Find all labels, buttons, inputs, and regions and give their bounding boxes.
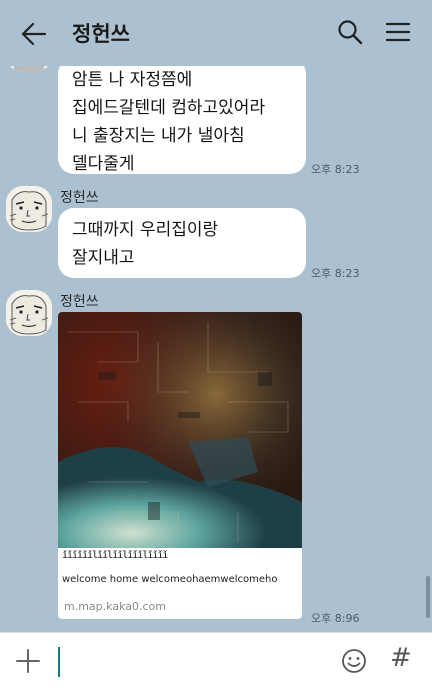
message-line: 니 출장지는 내가 낼아침 [72, 126, 245, 146]
menu-button[interactable] [384, 18, 414, 48]
link-preview-domain: m.map.kaka0.com [64, 600, 166, 613]
message-line: 그때까지 우리집이랑 [72, 220, 219, 240]
message-time: 오후 8:23 [311, 267, 360, 280]
plus-icon [16, 649, 40, 673]
chat-title: 정헌쓰 [72, 22, 130, 46]
avatar[interactable] [6, 186, 52, 232]
search-icon [338, 20, 363, 45]
avatar[interactable] [6, 66, 52, 72]
arrow-left-icon [21, 22, 47, 46]
preview-image [58, 312, 302, 548]
link-preview-card[interactable]: ǐǐǐǐǐǐlǐǐlǐǐlǐǐǐlǐǐǐǐ welcome home welco… [58, 312, 302, 619]
hamburger-menu-icon [385, 22, 411, 42]
attach-button[interactable] [14, 647, 42, 675]
message-time: 오후 8:96 [311, 612, 360, 625]
avatar[interactable] [6, 290, 52, 336]
message-bubble[interactable]: 그때까지 우리집이랑 잘지내고 [58, 208, 306, 278]
message-line: 잘지내고 [72, 248, 135, 268]
chat-header: 정헌쓰 [0, 0, 432, 66]
message-line: 암튼 나 자정쯤에 [72, 70, 193, 90]
search-button[interactable] [336, 18, 366, 48]
message-time: 오후 8:23 [311, 163, 360, 176]
message-line: 집에드갈텐데 컴하고있어라 [72, 98, 266, 118]
message-line: 델다줄게 [72, 154, 135, 174]
emoji-button[interactable] [340, 647, 368, 675]
message-input[interactable] [58, 647, 60, 677]
link-preview-title: ǐǐǐǐǐǐlǐǐlǐǐlǐǐǐlǐǐǐǐ [62, 550, 168, 561]
sender-name: 정헌쓰 [60, 190, 99, 206]
scrollbar[interactable] [426, 576, 430, 618]
back-button[interactable] [18, 18, 50, 50]
hashtag-button[interactable]: # [390, 643, 418, 677]
emoji-icon [342, 649, 366, 673]
chat-messages[interactable]: 암튼 나 자정쯤에 집에드갈텐데 컴하고있어라 니 출장지는 내가 낼아침 델다… [0, 66, 432, 632]
message-bubble[interactable]: 암튼 나 자정쯤에 집에드갈텐데 컴하고있어라 니 출장지는 내가 낼아침 델다… [58, 66, 306, 174]
link-preview-subtitle: welcome home welcomeohaemwelcomeho [62, 574, 278, 585]
message-input-bar: # [0, 632, 432, 689]
sender-name: 정헌쓰 [60, 294, 99, 310]
